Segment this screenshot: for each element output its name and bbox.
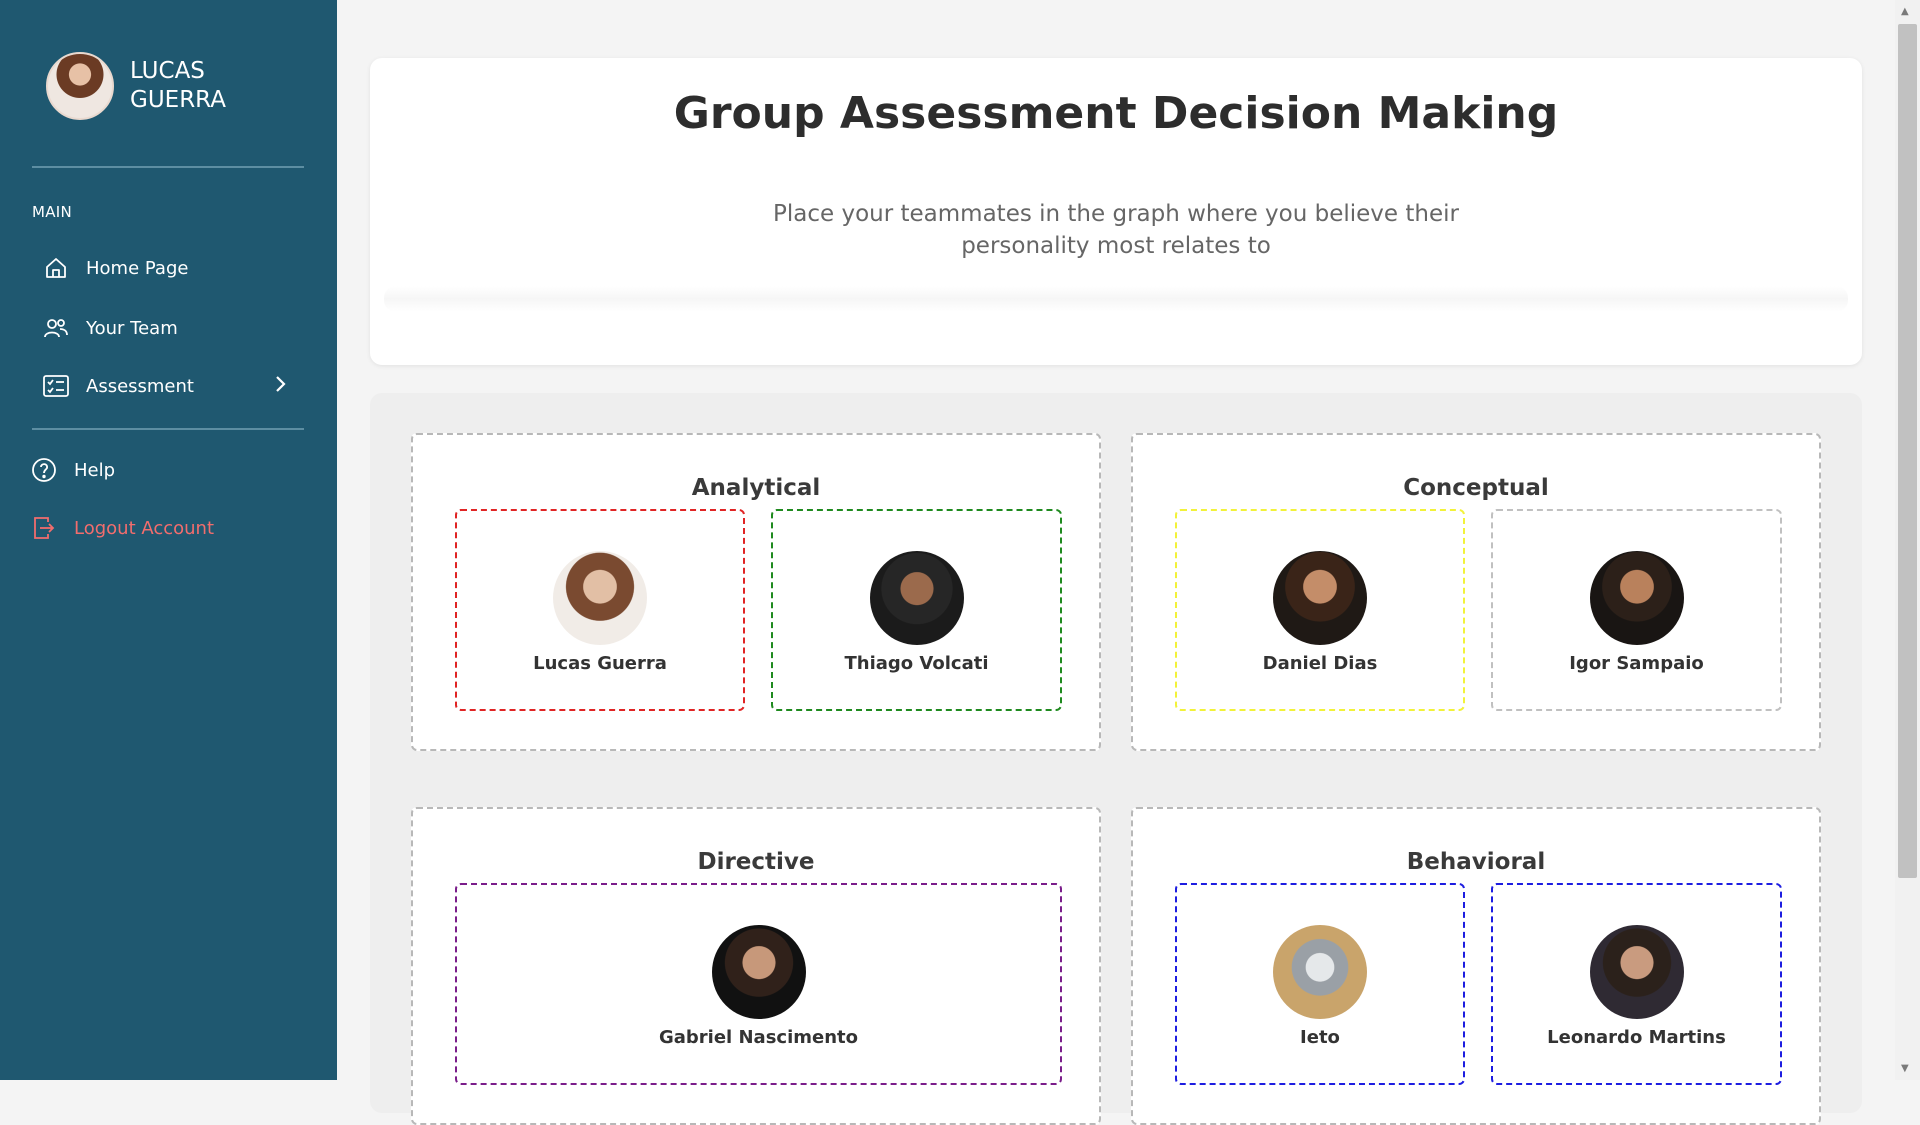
chevron-right-icon[interactable] bbox=[274, 375, 286, 398]
teammate-card[interactable]: Daniel Dias bbox=[1177, 551, 1463, 674]
page-subtitle: Place your teammates in the graph where … bbox=[773, 201, 1459, 259]
sidebar: LUCAS GUERRA MAIN Home Page Your Team As… bbox=[0, 0, 337, 1080]
quadrant-directive: Directive Gabriel Nascimento bbox=[411, 807, 1101, 1125]
sidebar-item-help[interactable]: Help bbox=[30, 450, 296, 490]
avatar bbox=[1273, 551, 1367, 645]
drop-slot[interactable]: Thiago Volcati bbox=[771, 509, 1062, 711]
quadrant-analytical: Analytical Lucas Guerra Thiago Volcati bbox=[411, 433, 1101, 751]
avatar bbox=[711, 925, 806, 1019]
drop-slot[interactable]: Daniel Dias bbox=[1175, 509, 1465, 711]
teammate-name: Daniel Dias bbox=[1262, 653, 1378, 674]
sidebar-item-team[interactable]: Your Team bbox=[42, 308, 308, 348]
divider bbox=[384, 286, 1848, 312]
avatar bbox=[553, 551, 647, 645]
avatar bbox=[46, 52, 114, 120]
divider bbox=[32, 166, 304, 168]
teammate-card[interactable]: Ieto bbox=[1177, 925, 1463, 1048]
teammate-name: Leonardo Martins bbox=[1547, 1027, 1726, 1048]
quadrant-conceptual: Conceptual Daniel Dias Igor Sampaio bbox=[1131, 433, 1821, 751]
scroll-up-icon[interactable]: ▲ bbox=[1901, 6, 1909, 17]
quadrant-title: Behavioral bbox=[1406, 849, 1546, 875]
section-label: MAIN bbox=[32, 203, 73, 221]
teammate-card[interactable]: Lucas Guerra bbox=[457, 551, 743, 674]
avatar bbox=[1589, 925, 1684, 1019]
drop-slot[interactable]: Leonardo Martins bbox=[1491, 883, 1782, 1085]
assessment-board: Analytical Lucas Guerra Thiago Volcati C… bbox=[370, 393, 1862, 1125]
logout-icon bbox=[30, 514, 58, 542]
sidebar-item-assessment[interactable]: Assessment bbox=[42, 366, 308, 406]
teammate-card[interactable]: Igor Sampaio bbox=[1493, 551, 1780, 674]
header-card: Group Assessment Decision Making Place y… bbox=[370, 58, 1862, 365]
avatar bbox=[869, 551, 964, 645]
avatar bbox=[1273, 925, 1367, 1019]
quadrant-title: Analytical bbox=[691, 475, 821, 501]
help-icon bbox=[30, 456, 58, 484]
teammate-card[interactable]: Leonardo Martins bbox=[1493, 925, 1780, 1048]
page-title: Group Assessment Decision Making bbox=[673, 88, 1559, 139]
sidebar-item-label: Help bbox=[74, 459, 116, 481]
avatar bbox=[1589, 551, 1684, 645]
teammate-name: Lucas Guerra bbox=[533, 653, 667, 674]
users-icon bbox=[42, 314, 70, 342]
logout-label: Logout Account bbox=[74, 517, 215, 539]
teammate-card[interactable]: Gabriel Nascimento bbox=[457, 925, 1060, 1048]
drop-slot[interactable]: Gabriel Nascimento bbox=[455, 883, 1062, 1085]
teammate-name: Thiago Volcati bbox=[844, 653, 989, 674]
checklist-icon bbox=[42, 372, 70, 400]
sidebar-item-home[interactable]: Home Page bbox=[42, 248, 308, 288]
sidebar-item-label: Assessment bbox=[86, 375, 194, 397]
profile: LUCAS GUERRA bbox=[46, 52, 250, 120]
home-icon bbox=[42, 254, 70, 282]
teammate-card[interactable]: Thiago Volcati bbox=[773, 551, 1060, 674]
logout-button[interactable]: Logout Account bbox=[30, 508, 296, 548]
scrollbar-thumb[interactable] bbox=[1898, 24, 1917, 878]
quadrant-behavioral: Behavioral Ieto Leonardo Martins bbox=[1131, 807, 1821, 1125]
teammate-name: Igor Sampaio bbox=[1569, 653, 1704, 674]
drop-slot[interactable]: Igor Sampaio bbox=[1491, 509, 1782, 711]
drop-slot[interactable]: Lucas Guerra bbox=[455, 509, 745, 711]
scroll-down-icon[interactable]: ▼ bbox=[1901, 1063, 1909, 1074]
scrollbar[interactable]: ▲ ▼ bbox=[1895, 0, 1920, 1080]
teammate-name: Ieto bbox=[1300, 1027, 1340, 1048]
quadrant-title: Conceptual bbox=[1403, 475, 1549, 501]
profile-name: LUCAS GUERRA bbox=[130, 58, 226, 113]
divider bbox=[32, 428, 304, 430]
sidebar-item-label: Home Page bbox=[86, 257, 189, 279]
quadrant-title: Directive bbox=[697, 849, 815, 875]
sidebar-item-label: Your Team bbox=[86, 317, 178, 339]
drop-slot[interactable]: Ieto bbox=[1175, 883, 1465, 1085]
teammate-name: Gabriel Nascimento bbox=[658, 1027, 858, 1048]
